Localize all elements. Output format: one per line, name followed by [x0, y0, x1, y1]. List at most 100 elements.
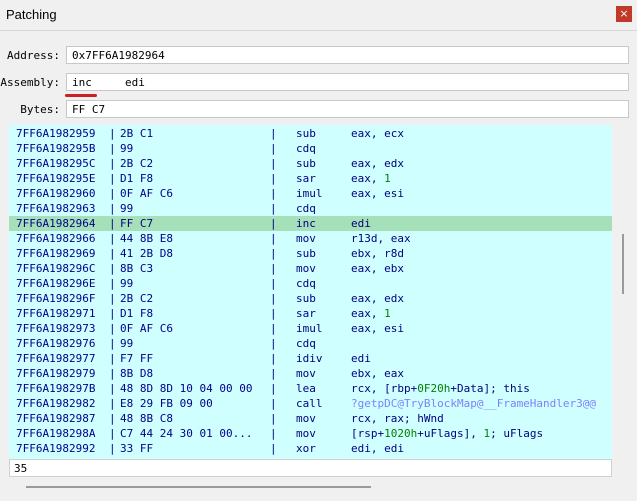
status-box [9, 459, 612, 477]
listing-row[interactable]: 7FF6A198298A | C7 44 24 30 01 00... | mov [rs… [9, 426, 612, 441]
row-bytes: 99 [120, 337, 134, 350]
operand-text: r13d, eax [351, 232, 411, 245]
operand-text: edi [351, 217, 371, 230]
row-address: 7FF6A1982973 [16, 322, 96, 335]
row-mnemonic: imul [296, 187, 323, 200]
row-bytes: 48 8B C8 [120, 412, 173, 425]
row-address: 7FF6A1982960 [16, 187, 96, 200]
row-operands: eax, esi [351, 186, 404, 201]
row-mnemonic: inc [296, 217, 316, 230]
row-bytes: D1 F8 [120, 307, 154, 320]
listing-row[interactable]: 7FF6A198295C | 2B C2 | sub eax, edx [9, 156, 612, 171]
row-address: 7FF6A1982963 [16, 202, 96, 215]
column-separator: | [109, 157, 116, 170]
row-bytes: 8B D8 [120, 367, 154, 380]
column-separator: | [109, 337, 116, 350]
listing-row[interactable]: 7FF6A1982960 | 0F AF C6 | imul eax, esi [9, 186, 612, 201]
operand-text: ebx, r8d [351, 247, 404, 260]
column-separator: | [270, 292, 277, 305]
operand-text: eax, esi [351, 322, 404, 335]
row-mnemonic: sub [296, 157, 316, 170]
row-bytes: 0F AF C6 [120, 187, 173, 200]
row-address: 7FF6A1982964 [16, 217, 96, 230]
listing-row[interactable]: 7FF6A198296C | 8B C3 | mov eax, ebx [9, 261, 612, 276]
column-separator: | [270, 307, 277, 320]
column-separator: | [109, 262, 116, 275]
listing-row[interactable]: 7FF6A1982973 | 0F AF C6 | imul eax, esi [9, 321, 612, 336]
row-mnemonic: sub [296, 247, 316, 260]
disassembly-listing[interactable]: 7FF6A1982959 | 2B C1 | sub eax, ecx 7FF6A19829… [9, 125, 612, 459]
column-separator: | [109, 247, 116, 260]
row-mnemonic: idiv [296, 352, 323, 365]
listing-row[interactable]: 7FF6A1982977 | F7 FF | idiv edi [9, 351, 612, 366]
listing-row[interactable]: 7FF6A1982966 | 44 8B E8 | mov r13d, eax [9, 231, 612, 246]
operand-number: 0F20h [417, 382, 451, 395]
row-operands: ?getpDC@TryBlockMap@__FrameHandler3@@ [351, 396, 596, 411]
listing-row[interactable]: 7FF6A1982963 | 99 | cdq [9, 201, 612, 216]
column-separator: | [270, 247, 277, 260]
column-separator: | [270, 187, 277, 200]
listing-row[interactable]: 7FF6A1982976 | 99 | cdq [9, 336, 612, 351]
row-mnemonic: cdq [296, 337, 316, 350]
listing-row[interactable]: 7FF6A1982979 | 8B D8 | mov ebx, eax [9, 366, 612, 381]
bytes-input[interactable]: FF C7 [66, 100, 629, 118]
row-mnemonic: imul [296, 322, 323, 335]
row-bytes: 0F AF C6 [120, 322, 173, 335]
listing-row[interactable]: 7FF6A198295E | D1 F8 | sar eax, 1 [9, 171, 612, 186]
column-separator: | [109, 382, 116, 395]
listing-row[interactable]: 7FF6A198296F | 2B C2 | sub eax, edx [9, 291, 612, 306]
row-bytes: FF C7 [120, 217, 154, 230]
column-separator: | [270, 217, 277, 230]
column-separator: | [109, 427, 116, 440]
row-bytes: C7 44 24 30 01 00... [120, 427, 253, 440]
column-separator: | [109, 322, 116, 335]
row-operands: edi [351, 351, 371, 366]
operand-text: ebx, eax [351, 367, 404, 380]
operand-symbol: ?getpDC@TryBlockMap@__FrameHandler3@@ [351, 397, 597, 410]
row-mnemonic: mov [296, 367, 316, 380]
row-operands: edi, edi [351, 441, 404, 456]
row-bytes: 48 8D 8D 10 04 00 00 [120, 382, 253, 395]
listing-row[interactable]: 7FF6A1982987 | 48 8B C8 | mov rcx, rax; hWnd [9, 411, 612, 426]
operand-text: rcx, [rbp+ [351, 382, 418, 395]
horizontal-scrollbar-thumb[interactable] [26, 486, 371, 488]
column-separator: | [109, 187, 116, 200]
row-operands: eax, edx [351, 156, 404, 171]
listing-row[interactable]: 7FF6A1982982 | E8 29 FB 09 00 | call ?getpDC@… [9, 396, 612, 411]
listing-row[interactable]: 7FF6A1982992 | 33 FF | xor edi, edi [9, 441, 612, 456]
listing-row[interactable]: 7FF6A198296E | 99 | cdq [9, 276, 612, 291]
operand-number: 1 [384, 307, 391, 320]
row-address: 7FF6A198297B [16, 382, 96, 395]
row-bytes: 99 [120, 202, 134, 215]
column-separator: | [270, 382, 277, 395]
column-separator: | [270, 262, 277, 275]
operand-text: +uFlags], [417, 427, 484, 440]
row-mnemonic: lea [296, 382, 316, 395]
vertical-scrollbar-thumb[interactable] [622, 234, 624, 294]
row-operands: eax, ecx [351, 126, 404, 141]
address-input[interactable]: 0x7FF6A1982964 [66, 46, 629, 64]
operand-text: edi [351, 352, 371, 365]
operand-text: ; uFlags [490, 427, 544, 440]
row-operands: ebx, r8d [351, 246, 404, 261]
listing-row[interactable]: 7FF6A1982971 | D1 F8 | sar eax, 1 [9, 306, 612, 321]
operand-number: 1 [384, 172, 391, 185]
selected-row[interactable]: 7FF6A1982964 | FF C7 | inc edi [9, 216, 612, 231]
listing-row[interactable]: 7FF6A198295B | 99 | cdq [9, 141, 612, 156]
column-separator: | [270, 367, 277, 380]
close-button[interactable]: × [616, 6, 632, 22]
row-operands: eax, ebx [351, 261, 404, 276]
row-mnemonic: sub [296, 292, 316, 305]
operand-text: eax, edx [351, 157, 404, 170]
column-separator: | [109, 172, 116, 185]
listing-row[interactable]: 7FF6A1982969 | 41 2B D8 | sub ebx, r8d [9, 246, 612, 261]
listing-row[interactable]: 7FF6A198297B | 48 8D 8D 10 04 00 00 | lea rcx… [9, 381, 612, 396]
operand-number: 1020h [384, 427, 418, 440]
row-address: 7FF6A198295B [16, 142, 96, 155]
row-bytes: 2B C2 [120, 157, 154, 170]
row-operands: ebx, eax [351, 366, 404, 381]
row-bytes: 41 2B D8 [120, 247, 173, 260]
row-address: 7FF6A1982992 [16, 442, 96, 455]
listing-row[interactable]: 7FF6A1982959 | 2B C1 | sub eax, ecx [9, 126, 612, 141]
assembly-input[interactable]: inc edi [66, 73, 629, 91]
